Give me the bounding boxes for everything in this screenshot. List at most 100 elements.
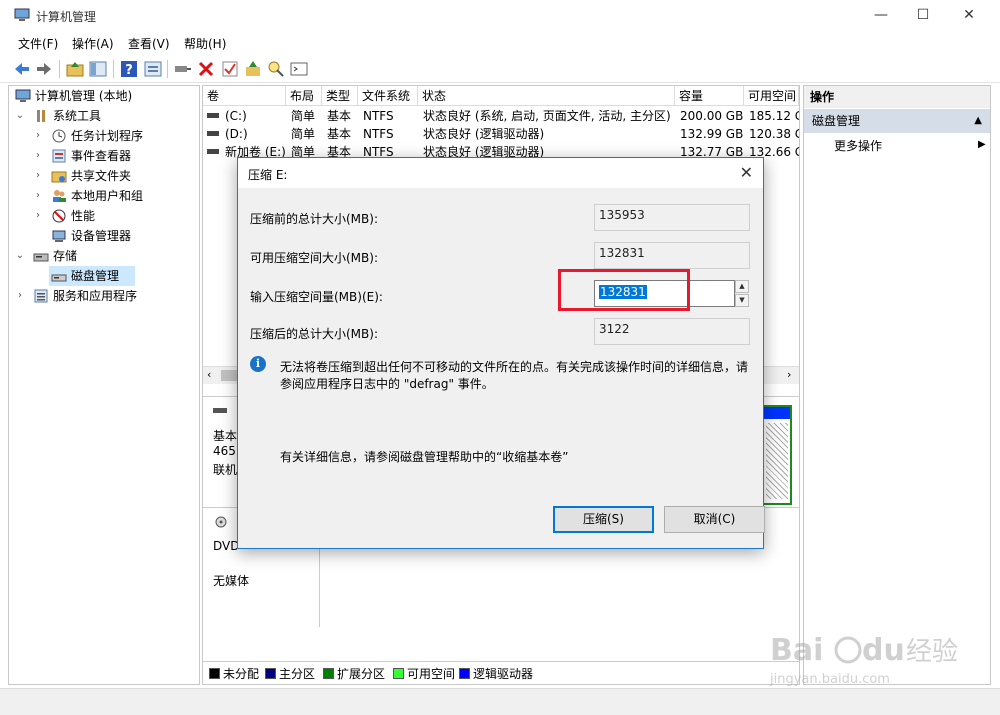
dialog-close-icon[interactable]: ✕	[740, 163, 753, 182]
legend-item: 逻辑驱动器	[459, 667, 533, 681]
actions-pane: 操作 磁盘管理 ▲ 更多操作 ▶	[803, 85, 991, 685]
disk-status-label: 联机	[213, 463, 238, 477]
dialog-title: 压缩 E:	[248, 168, 288, 182]
properties-icon[interactable]	[143, 59, 163, 79]
available-space-field: 132831	[594, 242, 750, 269]
svg-text:Bai: Bai	[770, 633, 823, 668]
collapse-icon[interactable]: ▲	[974, 109, 982, 133]
svg-text:经验: 经验	[906, 637, 958, 667]
export-icon[interactable]	[243, 59, 263, 79]
scroll-left-icon[interactable]: ‹	[207, 368, 211, 381]
total-before-field: 135953	[594, 204, 750, 231]
column-header-layout[interactable]: 布局	[286, 86, 322, 106]
services-icon	[34, 289, 48, 303]
search-icon[interactable]	[266, 59, 286, 79]
forward-icon[interactable]	[34, 59, 54, 79]
window-title: 计算机管理	[36, 10, 97, 24]
computer-management-icon	[14, 8, 30, 21]
menu-file[interactable]: 文件(F)	[18, 35, 58, 52]
tree-item-root[interactable]: 计算机管理 (本地)	[11, 86, 199, 106]
help-icon[interactable]: ?	[119, 59, 139, 79]
table-cell: 185.12 G	[749, 109, 799, 123]
delete-icon[interactable]	[196, 59, 216, 79]
shrink-amount-label: 输入压缩空间量(MB)(E):	[250, 290, 383, 304]
tree-label: 服务和应用程序	[53, 289, 138, 303]
shrink-button[interactable]: 压缩(S)	[553, 506, 654, 533]
users-icon	[53, 190, 66, 202]
chevron-right-icon[interactable]: ›	[33, 206, 43, 226]
actions-section-disk-management[interactable]: 磁盘管理 ▲	[804, 109, 990, 133]
help-text[interactable]: 有关详细信息，请参阅磁盘管理帮助中的“收缩基本卷”	[280, 448, 568, 465]
cd-drive-icon	[215, 516, 227, 528]
show-hide-tree-icon[interactable]	[88, 59, 108, 79]
check-icon[interactable]	[220, 59, 240, 79]
menu-action[interactable]: 操作(A)	[72, 35, 114, 52]
partition-block[interactable]	[762, 405, 792, 505]
tree-item-storage[interactable]: ⌄ 存储	[11, 246, 199, 266]
clock-icon	[52, 129, 66, 143]
tree-label: 事件查看器	[71, 149, 132, 163]
disk-size-label: 465.	[213, 444, 240, 458]
more-actions-item[interactable]: 更多操作	[834, 137, 882, 155]
tree-item-event-viewer[interactable]: › 事件查看器	[11, 146, 199, 166]
info-text-line-2: 参阅应用程序日志中的 "defrag" 事件。	[280, 377, 494, 391]
chevron-right-icon[interactable]: ›	[15, 286, 25, 306]
submenu-arrow-icon: ▶	[978, 139, 986, 150]
back-icon[interactable]	[12, 59, 32, 79]
cd-drive-label: DVD	[213, 539, 240, 553]
table-cell: 简单	[291, 127, 316, 141]
legend-item: 可用空间	[393, 667, 455, 681]
spin-up-icon[interactable]: ▲	[735, 280, 749, 293]
column-header-status[interactable]: 状态	[418, 86, 675, 106]
console-icon[interactable]	[289, 59, 309, 79]
svg-text:?: ?	[125, 63, 133, 78]
cancel-button[interactable]: 取消(C)	[664, 506, 765, 533]
maximize-button[interactable]: ☐	[900, 0, 946, 30]
volume-icon	[207, 149, 219, 154]
chevron-right-icon[interactable]: ›	[33, 126, 43, 146]
tree-item-local-users[interactable]: › 本地用户和组	[11, 186, 199, 206]
menu-view[interactable]: 查看(V)	[128, 35, 170, 52]
table-cell: 132.99 GB	[680, 127, 744, 141]
tree-label: 性能	[71, 209, 96, 223]
chevron-down-icon[interactable]: ⌄	[15, 106, 25, 126]
tree-item-device-manager[interactable]: 设备管理器	[11, 226, 199, 246]
tree-label: 磁盘管理	[71, 269, 120, 283]
tree-label: 设备管理器	[71, 229, 132, 243]
chevron-right-icon[interactable]: ›	[33, 146, 43, 166]
tree-item-disk-management[interactable]: 磁盘管理	[49, 266, 135, 286]
column-header-filesystem[interactable]: 文件系统	[358, 86, 418, 106]
menu-help[interactable]: 帮助(H)	[184, 35, 226, 52]
status-bar	[0, 688, 1000, 715]
table-cell: 基本	[327, 109, 352, 123]
column-header-free-space[interactable]: 可用空间	[744, 86, 799, 106]
legend-item: 未分配	[209, 667, 259, 681]
tools-icon	[37, 110, 45, 122]
up-folder-icon[interactable]	[65, 59, 85, 79]
column-header-volume[interactable]: 卷	[203, 86, 286, 106]
legend-item: 主分区	[265, 667, 315, 681]
spin-down-icon[interactable]: ▼	[735, 294, 749, 307]
close-button[interactable]: ✕	[946, 0, 992, 30]
info-text-line-1: 无法将卷压缩到超出任何不可移动的文件所在的点。有关完成该操作时间的详细信息，请	[280, 360, 749, 374]
scroll-right-icon[interactable]: ›	[787, 368, 791, 381]
tree-item-system-tools[interactable]: ⌄ 系统工具	[11, 106, 199, 126]
column-header-type[interactable]: 类型	[322, 86, 358, 106]
tree-item-shared-folders[interactable]: › 共享文件夹	[11, 166, 199, 186]
tree-item-task-scheduler[interactable]: › 任务计划程序	[11, 126, 199, 146]
chevron-down-icon[interactable]: ⌄	[15, 246, 25, 266]
column-header-capacity[interactable]: 容量	[675, 86, 744, 106]
disk-icon	[51, 274, 67, 282]
chevron-right-icon[interactable]: ›	[33, 186, 43, 206]
event-viewer-icon	[52, 149, 66, 163]
connect-icon[interactable]	[173, 59, 193, 79]
total-before-label: 压缩前的总计大小(MB):	[250, 212, 378, 226]
legend-item: 扩展分区	[323, 667, 385, 681]
chevron-right-icon[interactable]: ›	[33, 166, 43, 186]
tree-item-performance[interactable]: › 性能	[11, 206, 199, 226]
watermark-url: jingyan.baidu.com	[770, 672, 890, 687]
tree-item-services[interactable]: › 服务和应用程序	[11, 286, 199, 306]
minimize-button[interactable]: —	[858, 0, 904, 30]
storage-icon	[33, 253, 49, 262]
performance-icon	[52, 209, 66, 223]
